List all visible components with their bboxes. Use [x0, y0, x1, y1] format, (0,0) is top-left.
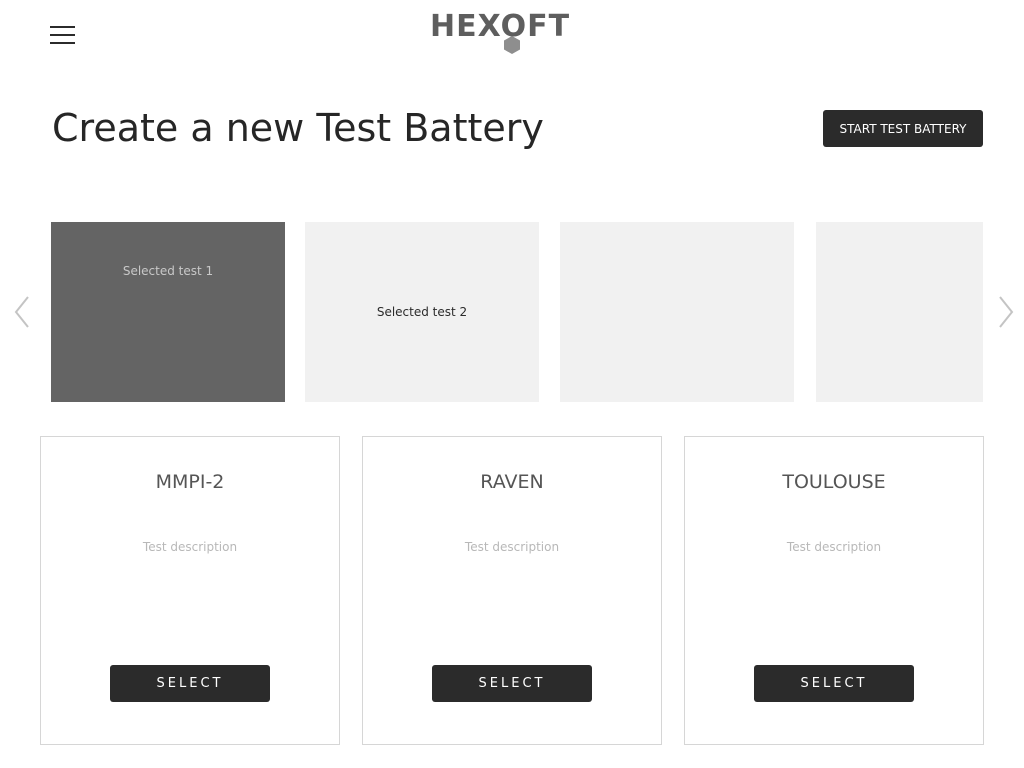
hamburger-menu-icon[interactable]: [50, 26, 75, 44]
start-test-battery-button[interactable]: START TEST BATTERY: [823, 110, 983, 147]
test-card-raven: RAVEN Test description SELECT: [362, 436, 662, 745]
slide-label: Selected test 2: [376, 305, 468, 319]
menu-bar: [50, 42, 75, 44]
select-button[interactable]: SELECT: [432, 665, 592, 702]
carousel-slide-empty[interactable]: [560, 222, 794, 402]
hexagon-icon: [504, 36, 520, 54]
menu-bar: [50, 26, 75, 28]
test-name: RAVEN: [480, 471, 544, 493]
test-description: Test description: [464, 540, 560, 554]
select-button[interactable]: SELECT: [110, 665, 270, 702]
carousel-slide-selected[interactable]: Selected test 1: [51, 222, 285, 402]
menu-bar: [50, 34, 75, 36]
test-card-mmpi-2: MMPI-2 Test description SELECT: [40, 436, 340, 745]
carousel-slide[interactable]: Selected test 2: [305, 222, 539, 402]
test-description: Test description: [142, 540, 238, 554]
page-title: Create a new Test Battery: [52, 106, 544, 150]
logo[interactable]: HEXOFT: [430, 8, 594, 58]
test-card-toulouse: TOULOUSE Test description SELECT: [684, 436, 984, 745]
logo-text: HEXOFT: [430, 9, 571, 44]
slide-label: Selected test 1: [122, 264, 214, 278]
chevron-right-icon[interactable]: [996, 294, 1016, 330]
test-name: MMPI-2: [155, 471, 225, 493]
select-button[interactable]: SELECT: [754, 665, 914, 702]
chevron-left-icon[interactable]: [12, 294, 32, 330]
carousel-slide-empty[interactable]: [816, 222, 983, 402]
test-name: TOULOUSE: [782, 471, 886, 493]
test-description: Test description: [786, 540, 882, 554]
